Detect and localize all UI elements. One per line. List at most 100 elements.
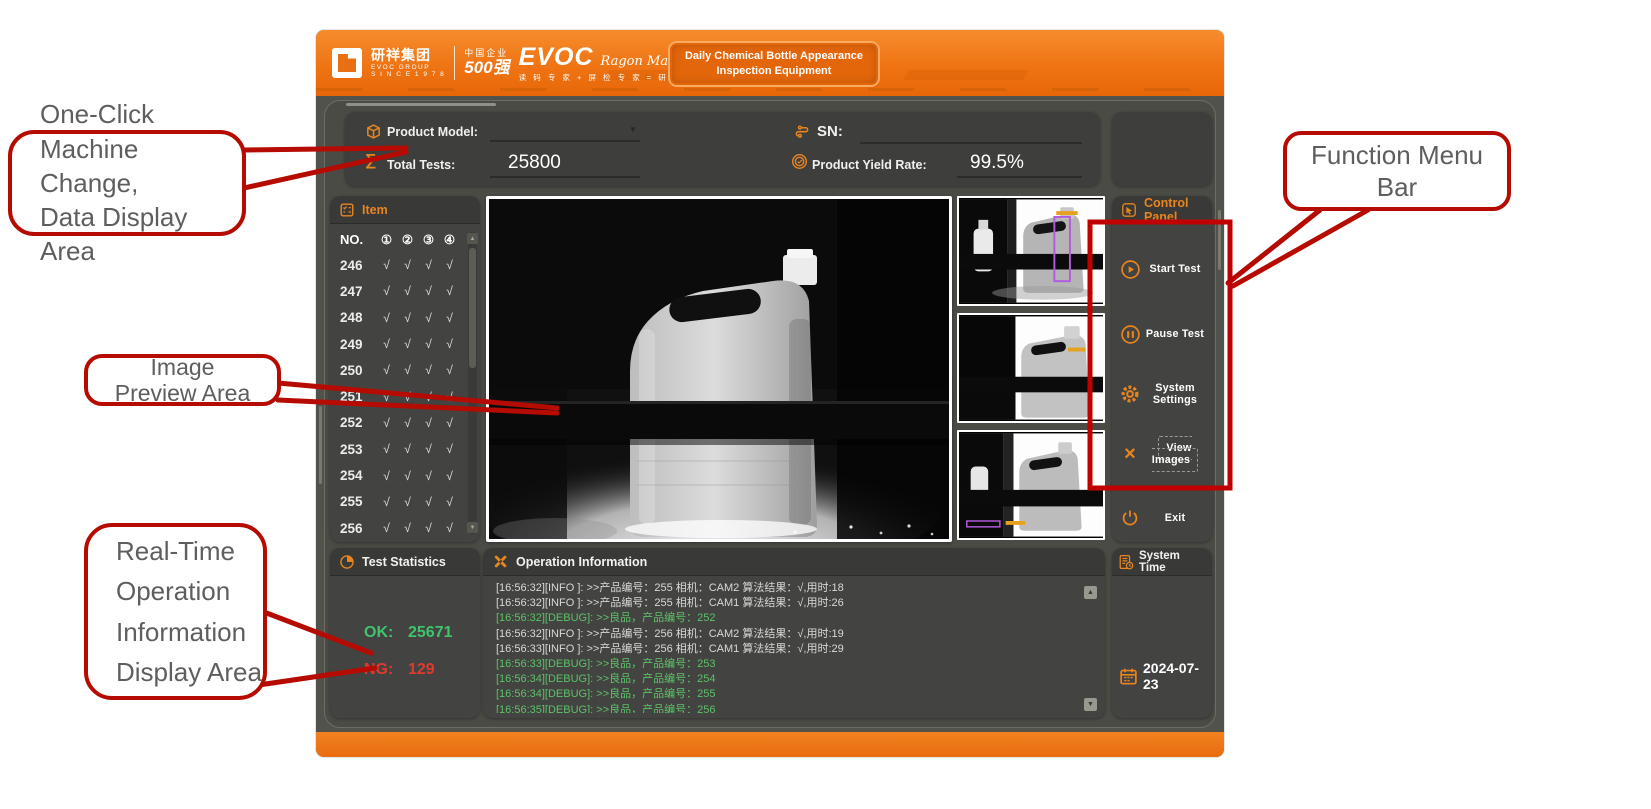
check-2: √ [397, 469, 418, 483]
scroll-up-icon[interactable]: ▲ [467, 233, 478, 244]
system-time-title: System Time [1139, 550, 1206, 574]
log-line: [16:56:34][DEBUG]: >>良品，产品编号：254 [496, 672, 1077, 687]
check-2: √ [397, 363, 418, 377]
check-2: √ [397, 284, 418, 298]
log-scroll-up-icon[interactable]: ▲ [1084, 586, 1097, 599]
log-line: [16:56:33][DEBUG]: >>良品，产品编号：253 [496, 657, 1077, 672]
top-right-spare-panel [1112, 112, 1212, 186]
app-title-badge: Daily Chemical Bottle Appearance Inspect… [668, 41, 880, 87]
table-row[interactable]: 252 √ √ √ √ [340, 410, 476, 436]
check-4: √ [439, 495, 460, 509]
thumbnail-1[interactable] [957, 196, 1105, 306]
row-number: 248 [340, 310, 376, 325]
scroll-down-icon[interactable]: ▼ [467, 522, 478, 533]
check-2: √ [397, 311, 418, 325]
start-test-button[interactable]: Start Test [1112, 253, 1212, 285]
item-table: NO.①②③④ 246 √ √ √ √ 247 √ √ √ √ 248 √ √ [330, 224, 480, 541]
check-1: √ [376, 363, 397, 377]
row-number: 249 [340, 337, 376, 352]
ok-label: OK: [364, 624, 393, 641]
main-image-preview [486, 196, 952, 542]
power-icon [1118, 508, 1142, 528]
check-2: √ [397, 521, 418, 535]
row-number: 253 [340, 442, 376, 457]
header-decoration [902, 70, 1029, 80]
control-panel: Control Panel Start Test Pause Test Syst… [1112, 196, 1212, 542]
ng-value: 129 [408, 661, 435, 679]
product-model-label: Product Model: [387, 125, 478, 139]
check-1: √ [376, 495, 397, 509]
control-panel-title: Control Panel [1144, 196, 1203, 224]
machine-data-panel: Product Model: ▼ ∑ Total Tests: 25800 SN… [345, 112, 1100, 186]
table-row[interactable]: 256 √ √ √ √ [340, 515, 476, 541]
table-row[interactable]: 250 √ √ √ √ [340, 357, 476, 383]
thumbnail-2[interactable] [957, 313, 1105, 423]
yield-check-icon [791, 153, 808, 170]
check-3: √ [418, 363, 439, 377]
control-panel-header: Control Panel [1112, 196, 1212, 224]
total-tests-value: 25800 [508, 152, 561, 174]
table-row[interactable]: 255 √ √ √ √ [340, 489, 476, 515]
log-line: [16:56:32][INFO ]: >>产品编号：255 相机：CAM1 算法… [496, 596, 1077, 611]
product-box-icon [365, 123, 382, 140]
item-scrollbar[interactable]: ▲ ▼ [468, 232, 477, 534]
item-table-rows: 246 √ √ √ √ 247 √ √ √ √ 248 √ √ √ √ [340, 252, 476, 541]
row-number: 255 [340, 494, 376, 509]
exit-button[interactable]: Exit [1112, 502, 1212, 534]
dropdown-caret-icon[interactable]: ▼ [629, 126, 637, 134]
hand-click-icon [1121, 202, 1137, 218]
table-row[interactable]: 246 √ √ √ √ [340, 252, 476, 278]
bottle-camera-image [489, 199, 949, 539]
column-circled-3: ③ [418, 232, 439, 247]
operation-information-title: Operation Information [516, 555, 647, 569]
pause-test-button[interactable]: Pause Test [1112, 318, 1212, 350]
check-4: √ [439, 521, 460, 535]
view-images-button[interactable]: × View Images [1112, 438, 1212, 470]
checklist-icon [339, 202, 355, 218]
check-3: √ [418, 337, 439, 351]
annotation-one-click: One-Click Machine Change, Data Display A… [8, 130, 246, 236]
system-settings-button[interactable]: System Settings [1112, 378, 1212, 410]
check-3: √ [418, 495, 439, 509]
table-row[interactable]: 248 √ √ √ √ [340, 305, 476, 331]
sn-field [860, 142, 1082, 144]
log-line: [16:56:32][INFO ]: >>产品编号：255 相机：CAM2 算法… [496, 581, 1077, 596]
ok-stat: OK: 25671 [364, 624, 393, 642]
log-line: [16:56:32][INFO ]: >>产品编号：256 相机：CAM2 算法… [496, 627, 1077, 642]
view-images-label[interactable]: View Images [1152, 436, 1198, 472]
check-2: √ [397, 258, 418, 272]
pie-chart-icon [339, 554, 355, 570]
item-panel-header: Item [330, 196, 480, 224]
table-row[interactable]: 251 √ √ √ √ [340, 383, 476, 409]
check-4: √ [439, 258, 460, 272]
check-3: √ [418, 284, 439, 298]
check-4: √ [439, 469, 460, 483]
table-row[interactable]: 249 √ √ √ √ [340, 331, 476, 357]
test-statistics-title: Test Statistics [362, 555, 446, 569]
log-scroll-down-icon[interactable]: ▼ [1084, 698, 1097, 711]
logo-top500-badge: 500强 [464, 59, 509, 78]
sn-route-icon [793, 123, 811, 140]
item-panel: Item NO.①②③④ 246 √ √ √ √ 247 √ √ √ √ 248 [330, 196, 480, 542]
column-circled-4: ④ [439, 232, 460, 247]
check-4: √ [439, 337, 460, 351]
app-title-line1: Daily Chemical Bottle Appearance [685, 49, 863, 64]
table-row[interactable]: 253 √ √ √ √ [340, 436, 476, 462]
table-row[interactable]: 247 √ √ √ √ [340, 278, 476, 304]
item-panel-title: Item [362, 203, 388, 217]
check-2: √ [397, 416, 418, 430]
check-4: √ [439, 416, 460, 430]
operation-information-panel: Operation Information [16:56:32][INFO ]:… [483, 548, 1105, 718]
thumbnail-3[interactable] [957, 430, 1105, 540]
scrollbar-thumb[interactable] [469, 248, 476, 368]
check-1: √ [376, 469, 397, 483]
product-model-field[interactable] [490, 140, 640, 142]
check-4: √ [439, 442, 460, 456]
row-number: 252 [340, 415, 376, 430]
check-3: √ [418, 521, 439, 535]
ng-label: NG: [364, 661, 393, 678]
table-row[interactable]: 254 √ √ √ √ [340, 462, 476, 488]
logo-divider [454, 46, 455, 80]
check-3: √ [418, 416, 439, 430]
operation-log[interactable]: [16:56:32][INFO ]: >>产品编号：255 相机：CAM2 算法… [496, 581, 1077, 713]
